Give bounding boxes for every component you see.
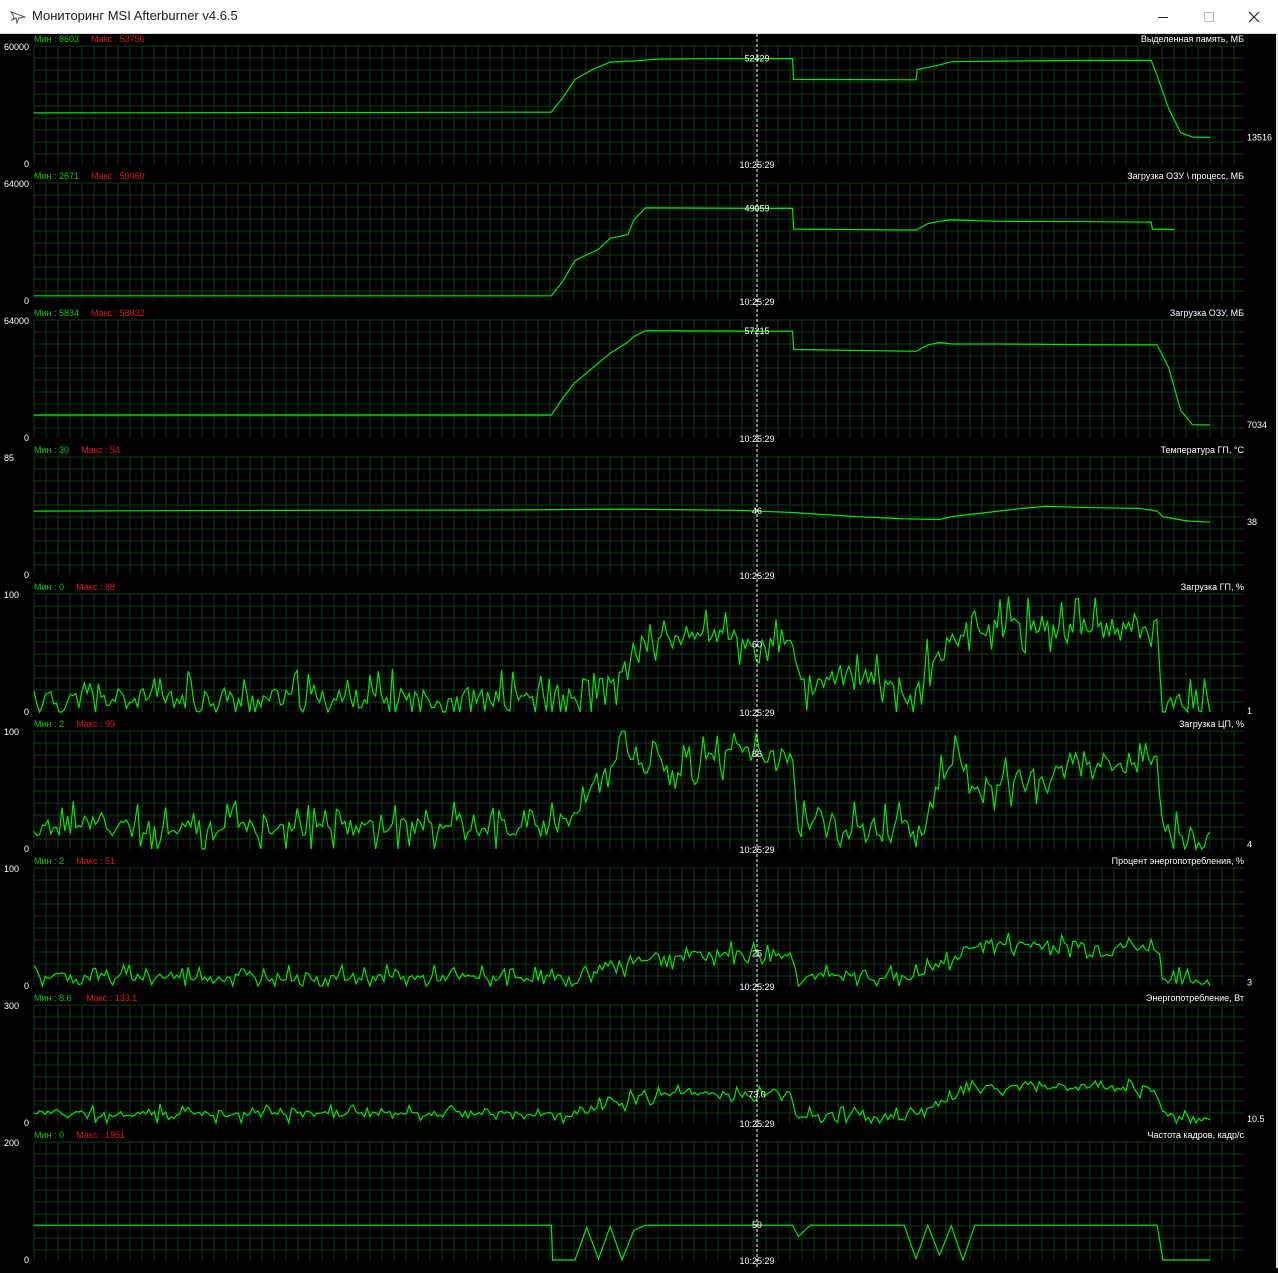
y-axis-min-label: 0 <box>24 296 29 306</box>
y-axis-max-label: 64000 <box>4 179 29 189</box>
max-value-label: Макс : 133.1 <box>86 993 137 1003</box>
hardware-monitor-graphs[interactable]: 60000 0 Мин : 8603 Макс : 53756 Выделенная п… <box>0 34 1278 1268</box>
y-axis-max-label: 300 <box>4 1001 19 1011</box>
y-axis-max-label: 100 <box>4 864 19 874</box>
current-value-label: 10.5 <box>1247 1114 1265 1124</box>
minimize-icon <box>1158 17 1168 18</box>
min-value-label: Мин : 0 <box>34 1130 64 1140</box>
title-bar[interactable]: Мониторинг MSI Afterburner v4.6.5 <box>0 0 1278 34</box>
min-value-label: Мин : 8603 <box>34 34 79 44</box>
minimize-button[interactable] <box>1140 0 1186 34</box>
maximize-icon <box>1204 12 1214 22</box>
current-value-label: 7034 <box>1247 420 1267 430</box>
y-axis-min-label: 0 <box>24 433 29 443</box>
graph-title: Загрузка ОЗУ, МБ <box>1170 308 1244 318</box>
y-axis-max-label: 200 <box>4 1138 19 1148</box>
current-value-label: 13516 <box>1247 132 1272 142</box>
afterburner-plane-icon <box>10 11 26 25</box>
maximize-button[interactable] <box>1186 0 1232 34</box>
graph-title: Температура ГП, °C <box>1161 445 1245 455</box>
max-value-label: Макс : 51 <box>76 856 115 866</box>
graphs-canvas[interactable]: 60000 0 Мин : 8603 Макс : 53756 Выделенная п… <box>0 34 1278 1268</box>
max-value-label: Макс : 58832 <box>91 308 145 318</box>
graph-title: Выделенная память, МБ <box>1141 34 1244 44</box>
max-value-label: Макс : 1951 <box>76 1130 125 1140</box>
y-axis-min-label: 0 <box>24 570 29 580</box>
graph-title: Загрузка ГП, % <box>1181 582 1244 592</box>
y-axis-min-label: 0 <box>24 159 29 169</box>
min-value-label: Мин : 0 <box>34 582 64 592</box>
y-axis-min-label: 0 <box>24 1118 29 1128</box>
min-value-label: Мин : 2671 <box>34 171 79 181</box>
min-value-label: Мин : 30 <box>34 445 69 455</box>
y-axis-min-label: 0 <box>24 707 29 717</box>
max-value-label: Макс : 54 <box>81 445 120 455</box>
y-axis-min-label: 0 <box>24 844 29 854</box>
y-axis-min-label: 0 <box>24 981 29 991</box>
graph-title: Процент энергопотребления, % <box>1112 856 1244 866</box>
current-value-label: 3 <box>1247 977 1252 987</box>
graph-title: Загрузка ОЗУ \ процесс, МБ <box>1127 171 1244 181</box>
current-value-label: 4 <box>1247 839 1252 849</box>
current-value-label: 1 <box>1247 706 1252 716</box>
min-value-label: Мин : 8.6 <box>34 993 72 1003</box>
min-value-label: Мин : 2 <box>34 719 64 729</box>
graph-title: Частота кадров, кадр/с <box>1148 1130 1245 1140</box>
close-button[interactable] <box>1232 0 1278 34</box>
y-axis-min-label: 0 <box>24 1255 29 1265</box>
y-axis-max-label: 100 <box>4 727 19 737</box>
window-title: Мониторинг MSI Afterburner v4.6.5 <box>32 8 238 23</box>
max-value-label: Макс : 53756 <box>91 34 145 44</box>
close-icon <box>1248 11 1260 23</box>
graph-title: Энергопотребление, Вт <box>1146 993 1244 1003</box>
y-axis-max-label: 100 <box>4 590 19 600</box>
max-value-label: Макс : 99 <box>76 719 115 729</box>
y-axis-max-label: 60000 <box>4 42 29 52</box>
min-value-label: Мин : 5834 <box>34 308 79 318</box>
y-axis-max-label: 85 <box>4 453 14 463</box>
min-value-label: Мин : 2 <box>34 856 64 866</box>
graph-line[interactable] <box>34 207 1175 297</box>
graph-title: Загрузка ЦП, % <box>1179 719 1244 729</box>
max-value-label: Макс : 50960 <box>91 171 145 181</box>
y-axis-max-label: 64000 <box>4 316 29 326</box>
max-value-label: Макс : 88 <box>76 582 115 592</box>
current-value-label: 38 <box>1247 517 1257 527</box>
